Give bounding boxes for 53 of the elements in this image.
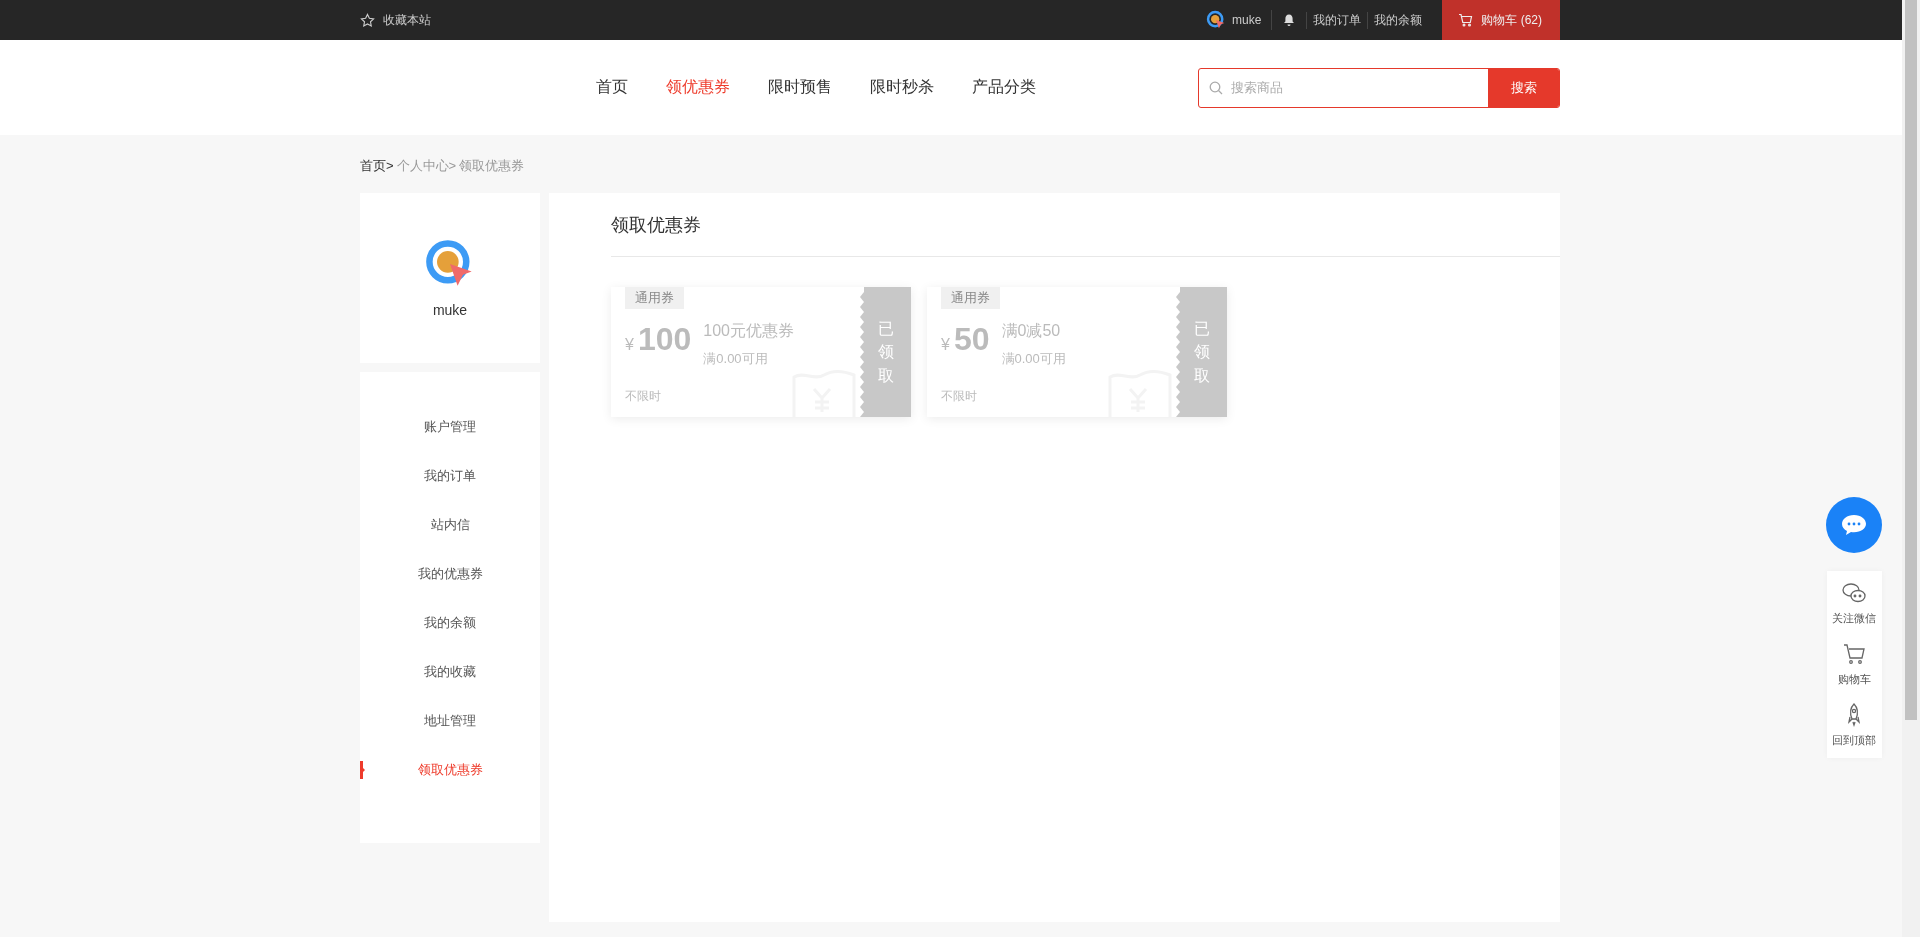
sidebar-item[interactable]: 站内信 xyxy=(360,500,540,549)
scrollbar-thumb[interactable] xyxy=(1905,0,1917,720)
coupon-condition: 满0.00可用 xyxy=(703,350,769,368)
coupon-tag: 通用券 xyxy=(625,287,684,309)
cart-icon xyxy=(1841,642,1867,666)
toolbar-label: 购物车 xyxy=(1837,672,1871,687)
toolbar-label: 关注微信 xyxy=(1832,611,1876,626)
sidebar-item[interactable]: 账户管理 xyxy=(360,402,540,451)
coupon-validity: 不限时 xyxy=(625,388,662,405)
nav-link[interactable]: 限时秒杀 xyxy=(870,77,934,98)
coupon-amount: 100 xyxy=(637,321,692,358)
sidebar-item[interactable]: 地址管理 xyxy=(360,696,540,745)
sidebar-item[interactable]: 我的订单 xyxy=(360,451,540,500)
sidebar-item[interactable]: 领取优惠券 xyxy=(360,745,540,794)
coupon-tag: 通用券 xyxy=(941,287,1000,309)
search-button[interactable]: 搜索 xyxy=(1488,68,1559,107)
star-icon xyxy=(360,12,375,28)
favorite-link[interactable]: 收藏本站 xyxy=(360,11,431,29)
coupon-name: 满0减50 xyxy=(1001,321,1062,341)
chat-bubbles-icon xyxy=(1841,581,1867,605)
nav-link[interactable]: 首页 xyxy=(596,77,628,98)
cart-button[interactable]: 购物车 (62) xyxy=(1442,0,1560,40)
coupon-name: 100元优惠券 xyxy=(703,321,794,341)
nav-link[interactable]: 产品分类 xyxy=(972,77,1036,98)
search-icon xyxy=(1209,80,1223,95)
coupon-validity: 不限时 xyxy=(941,388,978,405)
toolbar-item[interactable]: 购物车 xyxy=(1837,642,1871,687)
active-marker-icon xyxy=(360,760,365,779)
avatar-logo-icon xyxy=(1205,10,1226,30)
coupon-amount: 50 xyxy=(953,321,990,358)
cart-icon xyxy=(1458,13,1474,27)
nav-link[interactable]: 领优惠券 xyxy=(666,77,730,98)
bell-icon[interactable] xyxy=(1282,13,1297,27)
sidebar-item[interactable]: 我的优惠券 xyxy=(360,549,540,598)
sidebar-item[interactable]: 我的余额 xyxy=(360,598,540,647)
toolbar-label: 回到顶部 xyxy=(1832,733,1876,748)
toolbar-item[interactable]: 关注微信 xyxy=(1832,581,1876,626)
currency-symbol: ¥ xyxy=(941,336,950,354)
nav-link[interactable]: 限时预售 xyxy=(768,77,832,98)
chat-button[interactable] xyxy=(1826,497,1882,553)
search-field[interactable]: 搜索商品 搜索 xyxy=(1198,67,1560,108)
currency-symbol: ¥ xyxy=(625,336,634,354)
panel-title: 领取优惠券 xyxy=(611,193,1560,257)
top-link[interactable]: 我的订单 xyxy=(1306,11,1368,29)
scrollbar[interactable] xyxy=(1902,0,1920,937)
profile-username: muke xyxy=(432,302,468,318)
coupon-condition: 满0.00可用 xyxy=(1001,350,1066,368)
chat-bubble-icon xyxy=(1840,513,1868,537)
username[interactable]: muke xyxy=(1231,13,1262,27)
top-link[interactable]: 我的余额 xyxy=(1367,11,1429,29)
breadcrumb-link[interactable]: 首页> xyxy=(360,157,394,175)
sidebar-item[interactable]: 我的收藏 xyxy=(360,647,540,696)
toolbar-item[interactable]: 回到顶部 xyxy=(1832,703,1876,748)
